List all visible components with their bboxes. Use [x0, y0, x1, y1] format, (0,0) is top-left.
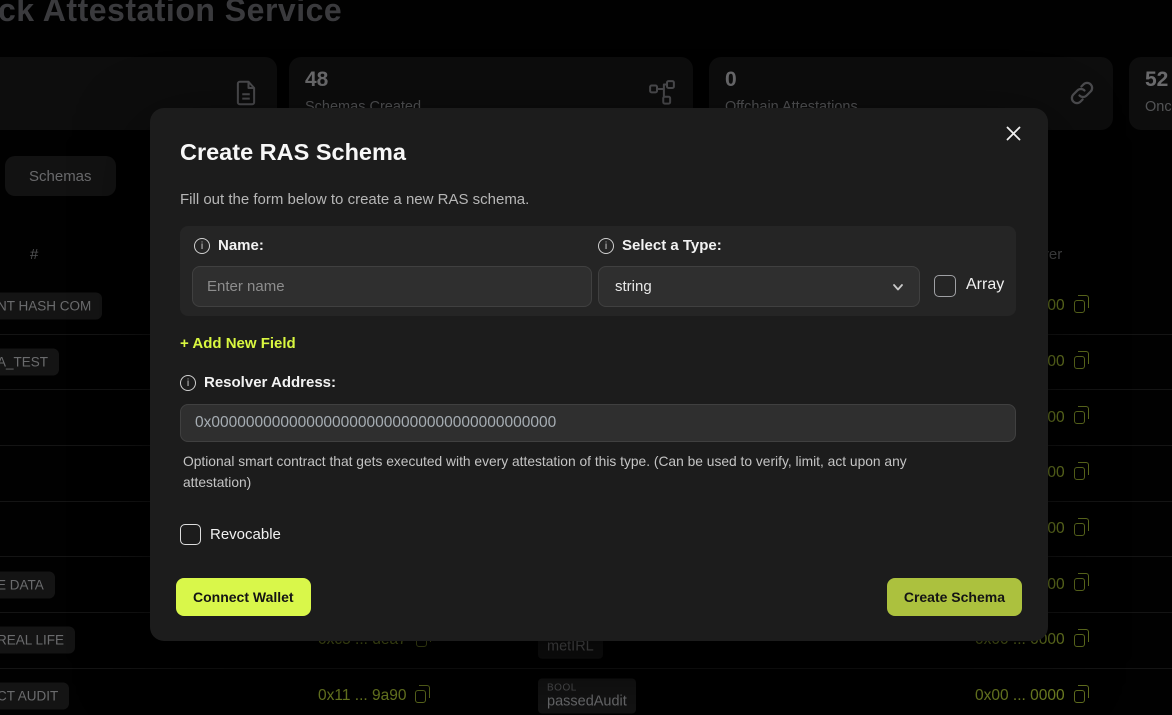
connect-wallet-button[interactable]: Connect Wallet [176, 578, 311, 616]
info-icon [194, 238, 210, 254]
name-input[interactable] [192, 266, 592, 307]
type-field-label: Select a Type: [598, 237, 722, 254]
array-checkbox[interactable] [934, 275, 956, 297]
revocable-checkbox-label: Revocable [210, 526, 281, 543]
schema-field-panel: Name: Select a Type: string Array [180, 226, 1016, 316]
name-field-label: Name: [194, 237, 264, 254]
type-select[interactable]: string [598, 266, 920, 307]
info-icon [180, 375, 196, 391]
revocable-checkbox[interactable] [180, 524, 201, 545]
app-window: ck Attestation Service 48Schemas Created… [0, 0, 1172, 715]
modal-title: Create RAS Schema [180, 139, 406, 166]
resolver-field-label: Resolver Address: [180, 374, 336, 391]
resolver-help-text: Optional smart contract that gets execut… [183, 452, 975, 493]
create-schema-modal: Create RAS Schema Fill out the form belo… [150, 108, 1048, 641]
create-schema-button[interactable]: Create Schema [887, 578, 1022, 616]
array-checkbox-label: Array [966, 276, 1004, 294]
info-icon [598, 238, 614, 254]
add-new-field-button[interactable]: + Add New Field [180, 335, 296, 352]
resolver-address-input[interactable] [180, 404, 1016, 442]
modal-subtitle: Fill out the form below to create a new … [180, 191, 529, 208]
type-select-value: string [615, 278, 652, 295]
close-icon[interactable] [1000, 120, 1026, 146]
chevron-down-icon [891, 280, 905, 294]
